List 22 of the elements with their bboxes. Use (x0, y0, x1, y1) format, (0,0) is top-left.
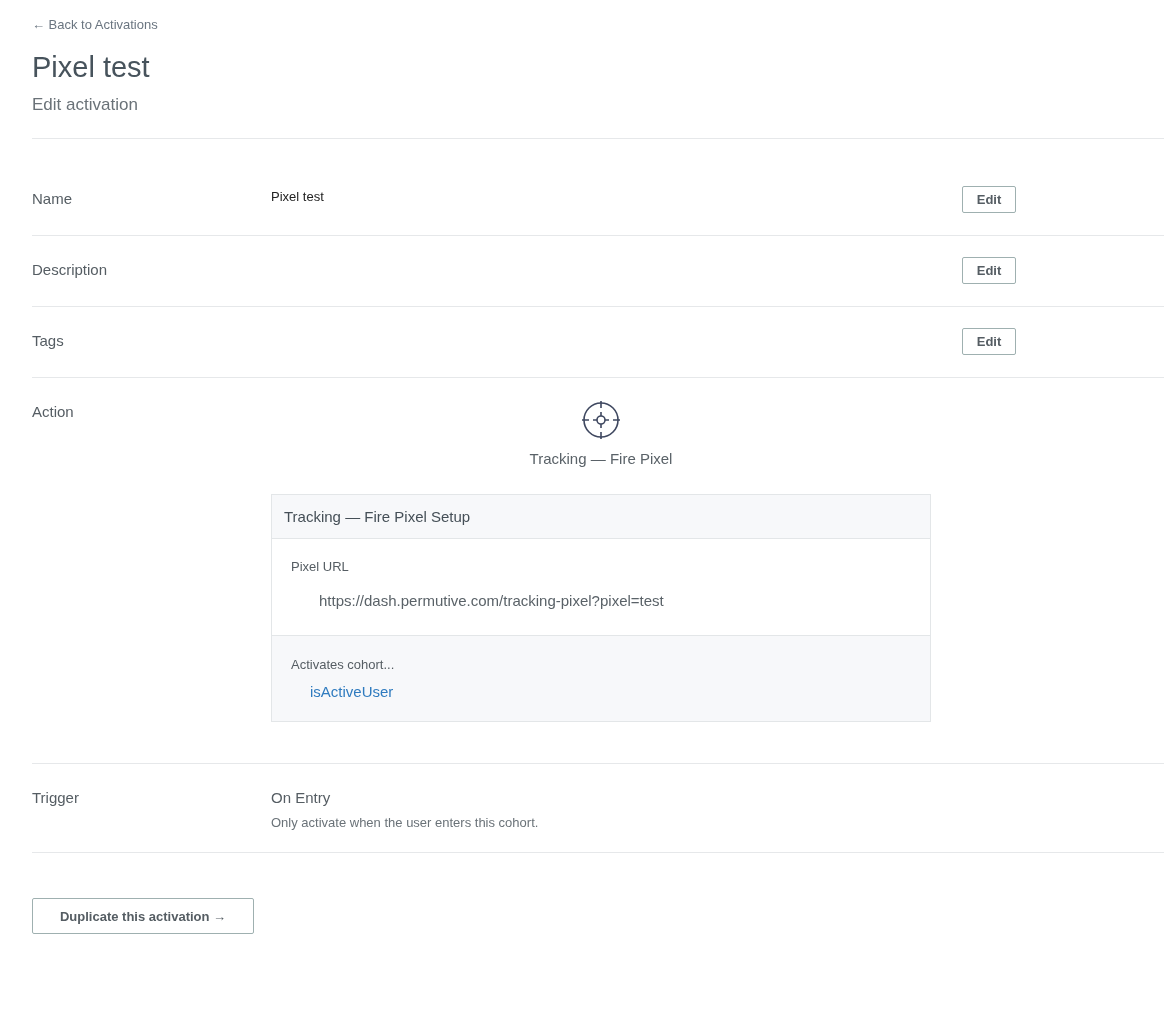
page-subtitle: Edit activation (32, 94, 139, 116)
crosshair-icon (581, 400, 621, 440)
card-header: Tracking — Fire Pixel Setup (272, 495, 930, 539)
trigger-description: Only activate when the user enters this cohort. (271, 815, 540, 830)
back-link[interactable]: ← Back to Activations (32, 17, 158, 32)
edit-button[interactable]: Edit (962, 186, 1016, 213)
row-label: Description (32, 260, 109, 280)
page-title: Pixel test (32, 50, 151, 84)
row-label: Trigger (32, 788, 80, 808)
cohort-label: Activates cohort... (291, 657, 396, 672)
cohort-link[interactable]: isActiveUser (310, 683, 394, 700)
field-value: Pixel test (271, 188, 325, 206)
row-label: Tags (32, 331, 65, 351)
url-value: https://dash.permutive.com/tracking-pixel?pixel=test (319, 592, 665, 609)
edit-button[interactable]: Edit (962, 257, 1016, 284)
row-label: Action (32, 402, 75, 422)
action-name: Tracking — Fire Pixel (529, 450, 673, 467)
trigger-value: On Entry (271, 789, 332, 806)
edit-button[interactable]: Edit (962, 328, 1016, 355)
row-label: Name (32, 189, 73, 209)
field-label: Pixel URL (291, 559, 350, 574)
duplicate-button[interactable]: Duplicate this activation → (32, 898, 254, 934)
